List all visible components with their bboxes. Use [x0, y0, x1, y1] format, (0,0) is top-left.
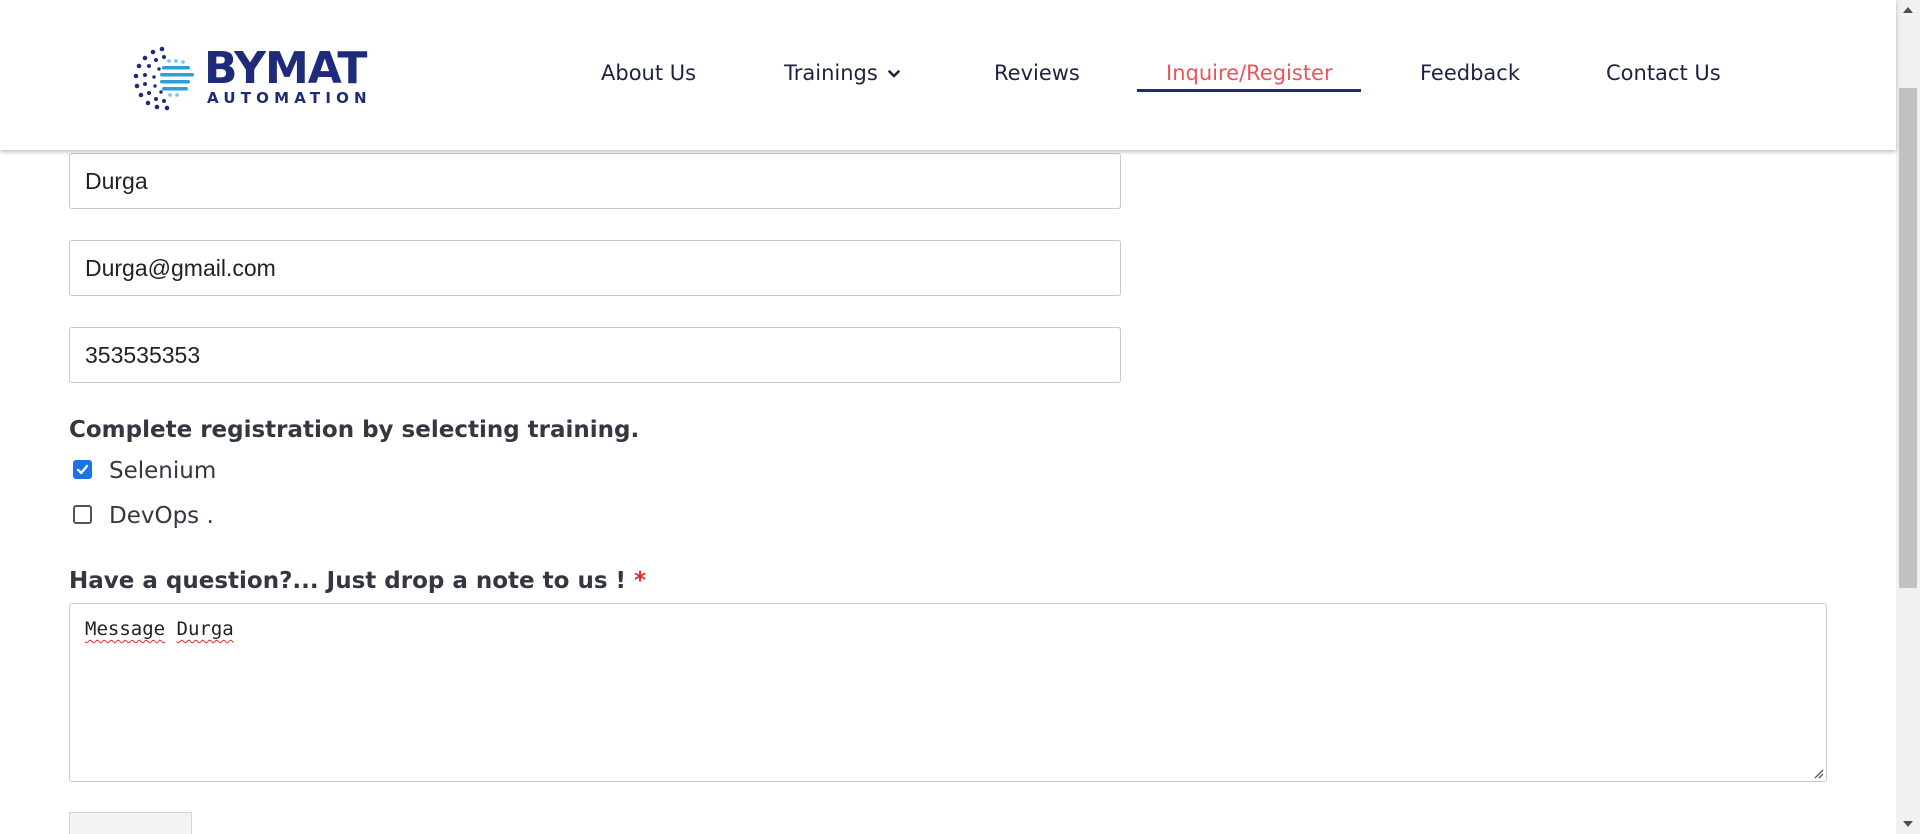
- required-marker: *: [634, 568, 647, 594]
- selenium-label: Selenium: [109, 458, 217, 484]
- nav-about-us-label: About Us: [601, 61, 697, 85]
- page: BYMAT AUTOMATION About Us Trainings Revi…: [0, 0, 1920, 834]
- nav-trainings[interactable]: Trainings: [784, 58, 900, 88]
- phone-field[interactable]: [69, 327, 1121, 383]
- triangle-down-icon: [1903, 821, 1913, 827]
- devops-label: DevOps .: [109, 503, 214, 529]
- message-text-word2: Durga: [176, 618, 234, 640]
- nav-feedback[interactable]: Feedback: [1420, 58, 1520, 88]
- chevron-down-icon: [888, 70, 900, 78]
- message-text-word1: Message: [85, 618, 166, 640]
- devops-checkbox[interactable]: [73, 505, 92, 524]
- question-label: Have a question?... Just drop a note to …: [69, 566, 646, 596]
- submit-button[interactable]: [69, 812, 192, 834]
- site-header: BYMAT AUTOMATION About Us Trainings Revi…: [0, 0, 1896, 150]
- main-nav: About Us Trainings Reviews Inquire/Regis…: [0, 0, 1896, 150]
- nav-trainings-label: Trainings: [784, 61, 878, 85]
- page-scrollbar[interactable]: [1896, 0, 1920, 834]
- scroll-down-button[interactable]: [1896, 814, 1920, 834]
- nav-feedback-label: Feedback: [1420, 61, 1521, 85]
- name-field[interactable]: [69, 153, 1121, 209]
- email-field[interactable]: [69, 240, 1121, 296]
- question-label-text: Have a question?... Just drop a note to …: [69, 568, 627, 594]
- checkmark-icon: [76, 464, 89, 475]
- nav-reviews-label: Reviews: [994, 61, 1080, 85]
- selenium-checkbox[interactable]: [73, 460, 92, 479]
- nav-inquire-register[interactable]: Inquire/Register: [1166, 58, 1333, 88]
- nav-contact-us-label: Contact Us: [1606, 61, 1721, 85]
- message-textarea[interactable]: Message Durga: [69, 603, 1827, 782]
- nav-contact-us[interactable]: Contact Us: [1606, 58, 1721, 88]
- resize-grip-icon[interactable]: [1812, 767, 1824, 779]
- active-nav-underline: [1137, 89, 1361, 92]
- nav-inquire-register-label: Inquire/Register: [1166, 61, 1333, 85]
- triangle-up-icon: [1903, 7, 1913, 13]
- scroll-thumb[interactable]: [1899, 88, 1917, 588]
- nav-about-us[interactable]: About Us: [601, 58, 696, 88]
- training-prompt: Complete registration by selecting train…: [69, 417, 640, 443]
- nav-reviews[interactable]: Reviews: [994, 58, 1080, 88]
- scroll-up-button[interactable]: [1896, 0, 1920, 20]
